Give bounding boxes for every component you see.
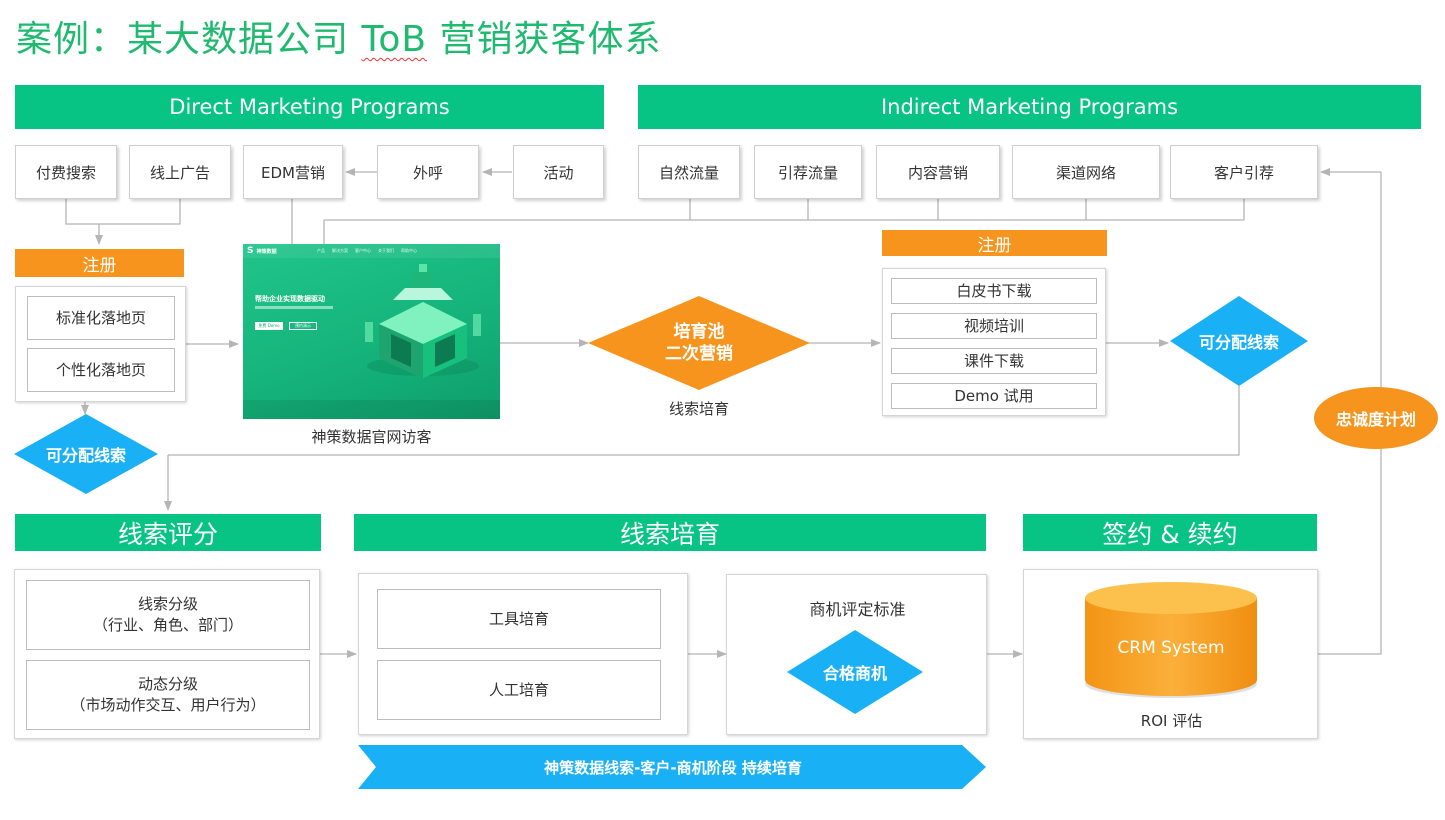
channel-content-marketing: 内容营销 — [876, 145, 1000, 199]
nurturing-methods-panel: 工具培育 人工培育 — [358, 573, 688, 735]
continuous-nurturing-banner: 神策数据线索-客户-商机阶段 持续培育 — [544, 758, 802, 777]
signing-renewal-header: 签约 & 续约 — [1023, 514, 1317, 551]
direct-marketing-header: Direct Marketing Programs — [15, 85, 604, 129]
nurture-pool-label: 培育池 二次营销 — [665, 321, 733, 364]
connector-paid-ads-merge — [65, 199, 181, 225]
content-demo-trial: Demo 试用 — [891, 383, 1097, 409]
website-screenshot: S 神策数据 产品 解决方案 客户中心 关于我们 帮助中心 帮助企业实现数据驱动… — [243, 244, 500, 419]
channel-organic-traffic: 自然流量 — [638, 145, 740, 199]
website-logo-text: 神策数据 — [256, 249, 277, 255]
lead-nurturing-header: 线索培育 — [354, 514, 986, 551]
website-visitors-caption: 神策数据官网访客 — [311, 428, 432, 446]
content-courseware-download: 课件下载 — [891, 348, 1097, 374]
website-nav-item: 客户中心 — [355, 248, 371, 253]
website-subline — [255, 306, 333, 309]
channel-partner-network: 渠道网络 — [1012, 145, 1160, 199]
roi-evaluation-caption: ROI 评估 — [1140, 712, 1203, 730]
channel-referral-traffic: 引荐流量 — [754, 145, 862, 199]
channel-outbound-call: 外呼 — [377, 145, 479, 199]
website-storefront-illustration — [365, 264, 481, 378]
content-offers-panel: 白皮书下载 视频培训 课件下载 Demo 试用 — [882, 268, 1106, 416]
website-logo: S 神策数据 — [247, 246, 277, 256]
lead-scoring-panel: 线索分级 （行业、角色、部门） 动态分级 （市场动作交互、用户行为） — [14, 569, 320, 739]
website-footer-strip — [243, 400, 500, 419]
assignable-leads-label-left: 可分配线索 — [45, 446, 126, 465]
title-tob: ToB — [361, 19, 428, 60]
website-nav-menu: 产品 解决方案 客户中心 关于我们 帮助中心 — [317, 248, 417, 254]
channel-edm: EDM营销 — [243, 145, 343, 199]
landing-page-personalized: 个性化落地页 — [27, 348, 175, 392]
opportunity-criteria-panel: 商机评定标准 合格商机 — [726, 574, 987, 735]
channel-paid-search: 付费搜索 — [15, 145, 117, 199]
website-nav-item: 关于我们 — [378, 248, 394, 253]
assignable-leads-label-right: 可分配线索 — [1198, 333, 1279, 352]
crm-system-label: CRM System — [1117, 638, 1225, 658]
landing-page-standard: 标准化落地页 — [27, 296, 175, 340]
lead-scoring-header: 线索评分 — [15, 514, 321, 551]
website-primary-button: 免费 Demo — [255, 322, 283, 330]
website-nav-item: 产品 — [317, 248, 325, 253]
title-rest: 营销获客体系 — [439, 19, 662, 60]
website-nav-item: 解决方案 — [332, 248, 348, 253]
crm-panel: CRM System ROI 评估 — [1023, 569, 1318, 739]
nurturing-manual: 人工培育 — [377, 660, 661, 720]
website-secondary-button: 预约演示 — [289, 322, 317, 330]
website-headline: 帮助企业实现数据驱动 — [255, 295, 325, 303]
content-video-training: 视频培训 — [891, 313, 1097, 339]
landing-pages-panel: 标准化落地页 个性化落地页 — [15, 286, 186, 402]
channel-customer-referral: 客户引荐 — [1170, 145, 1318, 199]
channel-online-ads: 线上广告 — [129, 145, 231, 199]
lead-grading-static: 线索分级 （行业、角色、部门） — [26, 580, 310, 650]
register-bar-right: 注册 — [882, 230, 1107, 256]
content-whitepaper-download: 白皮书下载 — [891, 278, 1097, 304]
loyalty-program-label: 忠诚度计划 — [1335, 410, 1416, 429]
opportunity-criteria-title: 商机评定标准 — [809, 600, 906, 619]
nurturing-tool-based: 工具培育 — [377, 589, 661, 649]
title-main: 案例：某大数据公司 — [16, 19, 350, 60]
lead-grading-dynamic: 动态分级 （市场动作交互、用户行为） — [26, 660, 310, 730]
nurture-pool-caption: 线索培育 — [668, 400, 729, 418]
channel-events: 活动 — [513, 145, 604, 199]
qualified-opportunity-label: 合格商机 — [822, 664, 887, 683]
website-nav-item: 帮助中心 — [401, 248, 417, 253]
page-title: 案例：某大数据公司 ToB 营销获客体系 — [16, 10, 662, 62]
register-bar-left: 注册 — [15, 249, 184, 277]
indirect-marketing-header: Indirect Marketing Programs — [638, 85, 1421, 129]
website-logo-mark: S — [247, 246, 254, 256]
